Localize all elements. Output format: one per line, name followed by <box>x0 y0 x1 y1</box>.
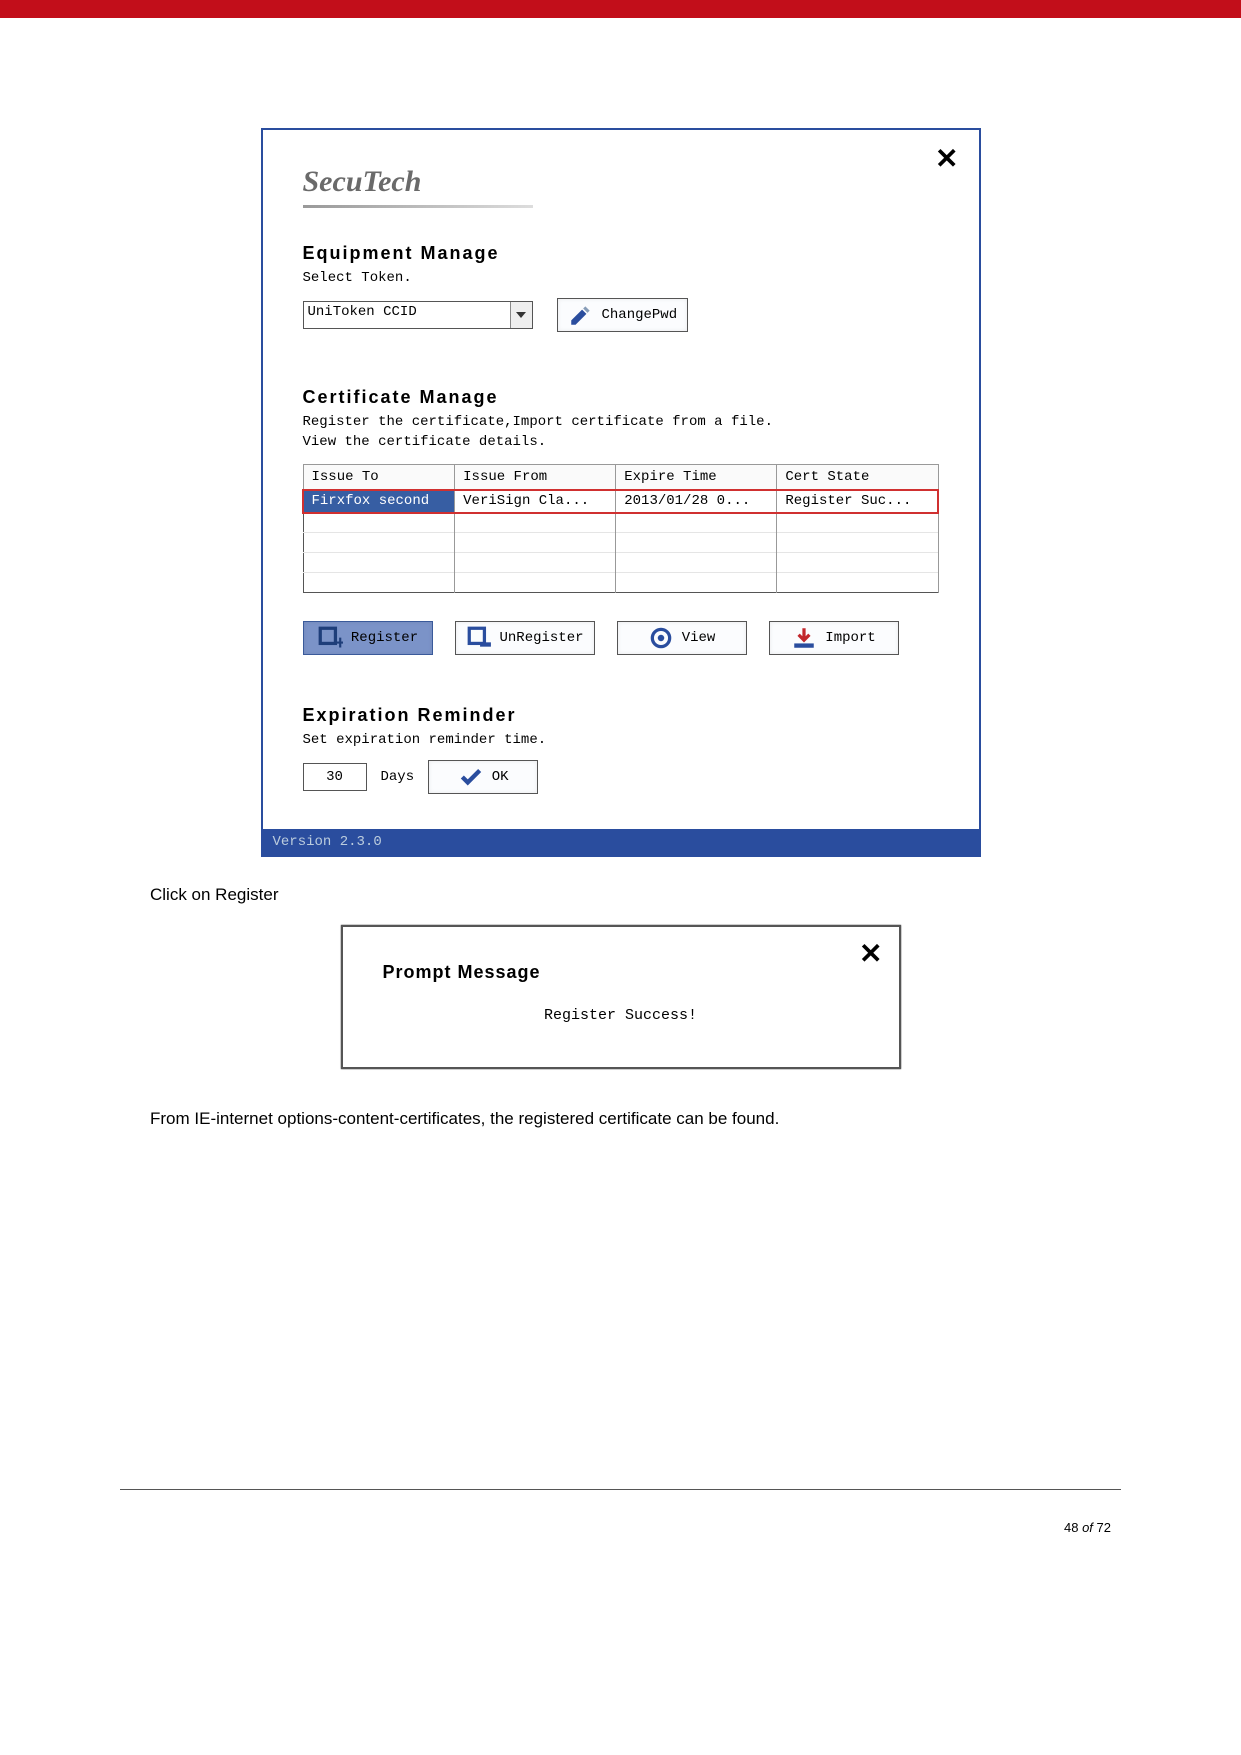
page-content: ✕ SecuTech Equipment Manage Select Token… <box>0 18 1241 1209</box>
days-label: Days <box>381 769 415 785</box>
expiration-reminder-title: Expiration Reminder <box>303 705 939 726</box>
cell-issue-to: Firxfox second <box>303 490 455 513</box>
brand-underline <box>303 205 533 208</box>
register-button[interactable]: + Register <box>303 621 433 655</box>
chevron-down-icon[interactable] <box>510 302 532 328</box>
prompt-title: Prompt Message <box>383 962 859 983</box>
secutech-dialog: ✕ SecuTech Equipment Manage Select Token… <box>261 128 981 857</box>
unregister-icon <box>466 625 492 651</box>
import-icon <box>791 625 817 651</box>
import-button[interactable]: Import <box>769 621 899 655</box>
unregister-button[interactable]: UnRegister <box>455 621 595 655</box>
equipment-subtitle: Select Token. <box>303 270 939 286</box>
unregister-label: UnRegister <box>500 630 584 646</box>
view-label: View <box>682 630 716 646</box>
page-number: 48 of 72 <box>0 1520 1241 1575</box>
prompt-dialog: ✕ Prompt Message Register Success! <box>341 925 901 1069</box>
days-input[interactable] <box>303 763 367 791</box>
page-top-bar <box>0 0 1241 18</box>
caption-click-register: Click on Register <box>150 885 1091 905</box>
cell-cert-state: Register Suc... <box>777 490 938 513</box>
col-issue-to[interactable]: Issue To <box>303 465 455 490</box>
col-cert-state[interactable]: Cert State <box>777 465 938 490</box>
ok-button[interactable]: OK <box>428 760 538 794</box>
col-issue-from[interactable]: Issue From <box>455 465 616 490</box>
import-label: Import <box>825 630 875 646</box>
check-icon <box>458 764 484 790</box>
col-expire-time[interactable]: Expire Time <box>616 465 777 490</box>
ok-label: OK <box>492 769 509 785</box>
cell-expire-time: 2013/01/28 0... <box>616 490 777 513</box>
certificate-table[interactable]: Issue To Issue From Expire Time Cert Sta… <box>303 464 939 593</box>
caption-ie-note: From IE-internet options-content-certifi… <box>150 1109 1091 1129</box>
table-row-empty <box>303 533 938 553</box>
equipment-manage-title: Equipment Manage <box>303 243 939 264</box>
certificate-subtitle-1: Register the certificate,Import certific… <box>303 414 939 430</box>
table-row-empty <box>303 573 938 593</box>
table-row[interactable]: Firxfox second VeriSign Cla... 2013/01/2… <box>303 490 938 513</box>
close-icon[interactable]: ✕ <box>935 142 958 175</box>
certificate-subtitle-2: View the certificate details. <box>303 434 939 450</box>
footer-divider <box>120 1489 1121 1490</box>
brand-logo: SecuTech <box>303 165 939 199</box>
table-row-empty <box>303 513 938 533</box>
change-pwd-button[interactable]: ChangePwd <box>557 298 689 332</box>
cell-issue-from: VeriSign Cla... <box>455 490 616 513</box>
expiration-subtitle: Set expiration reminder time. <box>303 732 939 748</box>
close-icon[interactable]: ✕ <box>859 937 882 970</box>
register-label: Register <box>351 630 418 646</box>
prompt-message: Register Success! <box>383 1007 859 1024</box>
token-select-value: UniToken CCID <box>308 304 417 320</box>
table-row-empty <box>303 553 938 573</box>
pencil-icon <box>568 302 594 328</box>
certificate-manage-title: Certificate Manage <box>303 387 939 408</box>
register-icon: + <box>317 625 343 651</box>
token-select[interactable]: UniToken CCID <box>303 301 533 329</box>
eye-icon <box>648 625 674 651</box>
status-bar: Version 2.3.0 <box>263 829 979 855</box>
view-button[interactable]: View <box>617 621 747 655</box>
svg-text:+: + <box>334 633 343 651</box>
change-pwd-label: ChangePwd <box>602 307 678 323</box>
